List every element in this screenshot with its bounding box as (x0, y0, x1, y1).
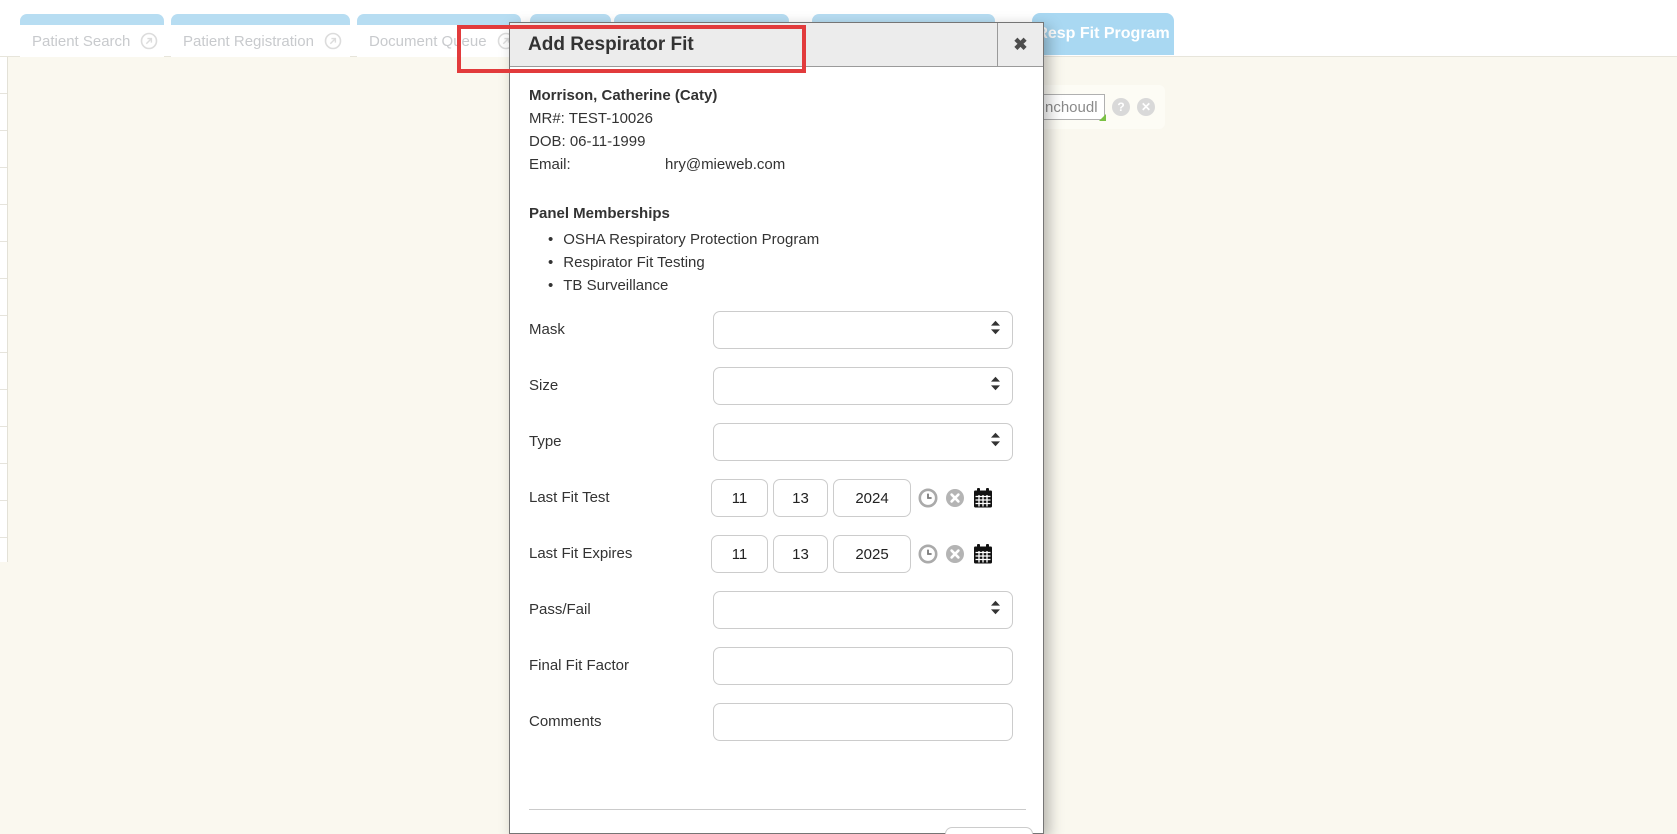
tab-label: Patient Search (32, 33, 130, 50)
dialog-title: Add Respirator Fit (510, 23, 997, 66)
tab-resp-fit-program[interactable]: Resp Fit Program (1032, 13, 1174, 55)
panel-memberships-heading: Panel Memberships (529, 205, 670, 223)
search-input[interactable] (1041, 94, 1105, 120)
left-edge-table-strip (0, 57, 8, 562)
patient-name: Morrison, Catherine (Caty) (529, 87, 717, 105)
footer-divider (529, 809, 1026, 810)
add-respirator-fit-dialog: Add Respirator Fit ✖ Morrison, Catherine… (509, 22, 1044, 834)
type-select[interactable] (713, 423, 1013, 461)
search-panel: ? ✕ (1035, 85, 1165, 129)
last-fit-test-month[interactable] (711, 479, 768, 517)
pass-fail-select[interactable] (713, 591, 1013, 629)
help-icon[interactable]: ? (1112, 98, 1130, 116)
screen: Patient Search Patient Registration Docu… (0, 0, 1677, 834)
last-fit-test-label: Last Fit Test (529, 479, 704, 517)
tab-accent-bar (20, 14, 164, 25)
comments-label: Comments (529, 703, 704, 741)
dialog-header: Add Respirator Fit ✖ (510, 23, 1043, 67)
last-fit-test-year[interactable] (833, 479, 911, 517)
last-fit-expires-date-icons (918, 535, 994, 573)
close-icon[interactable]: ✖ (997, 23, 1043, 66)
list-item: OSHA Respiratory Protection Program (548, 228, 819, 251)
last-fit-expires-month[interactable] (711, 535, 768, 573)
save-button[interactable]: Save (945, 827, 1033, 834)
patient-mr: MR#: TEST-10026 (529, 110, 653, 128)
comments-input[interactable] (713, 703, 1013, 741)
stepper-icon (989, 431, 1002, 453)
open-in-new-icon[interactable] (140, 32, 158, 50)
dialog-body: Morrison, Catherine (Caty) MR#: TEST-100… (510, 67, 1043, 833)
last-fit-test-day[interactable] (773, 479, 828, 517)
pass-fail-label: Pass/Fail (529, 591, 704, 629)
calendar-icon[interactable] (972, 543, 994, 565)
patient-dob: DOB: 06-11-1999 (529, 133, 645, 151)
last-fit-expires-day[interactable] (773, 535, 828, 573)
clear-icon[interactable]: ✕ (1137, 98, 1155, 116)
clock-icon[interactable] (918, 544, 938, 564)
final-fit-factor-input[interactable] (713, 647, 1013, 685)
patient-email-row: Email: hry@mieweb.com (529, 156, 571, 174)
tab-document-queue[interactable]: Document Queue (357, 14, 521, 57)
stepper-icon (989, 375, 1002, 397)
tab-label: Patient Registration (183, 33, 314, 50)
type-label: Type (529, 423, 704, 461)
calendar-icon[interactable] (972, 487, 994, 509)
email-label: Email: (529, 156, 571, 173)
open-in-new-icon[interactable] (324, 32, 342, 50)
email-value: hry@mieweb.com (665, 156, 785, 174)
size-select[interactable] (713, 367, 1013, 405)
stepper-icon (989, 319, 1002, 341)
tab-accent-bar (357, 14, 521, 25)
size-label: Size (529, 367, 704, 405)
panel-memberships-list: OSHA Respiratory Protection Program Resp… (548, 228, 819, 297)
mask-select[interactable] (713, 311, 1013, 349)
clear-date-icon[interactable] (945, 488, 965, 508)
last-fit-expires-label: Last Fit Expires (529, 535, 704, 573)
list-item: Respirator Fit Testing (548, 251, 819, 274)
tab-label: Document Queue (369, 33, 487, 50)
list-item: TB Surveillance (548, 274, 819, 297)
final-fit-factor-label: Final Fit Factor (529, 647, 704, 685)
last-fit-test-date-icons (918, 479, 994, 517)
last-fit-expires-year[interactable] (833, 535, 911, 573)
stepper-icon (989, 599, 1002, 621)
clock-icon[interactable] (918, 488, 938, 508)
tab-accent-bar (171, 14, 350, 25)
tab-patient-registration[interactable]: Patient Registration (171, 14, 350, 57)
clear-date-icon[interactable] (945, 544, 965, 564)
resize-handle[interactable] (1099, 114, 1106, 121)
mask-label: Mask (529, 311, 704, 349)
tab-patient-search[interactable]: Patient Search (20, 14, 164, 57)
